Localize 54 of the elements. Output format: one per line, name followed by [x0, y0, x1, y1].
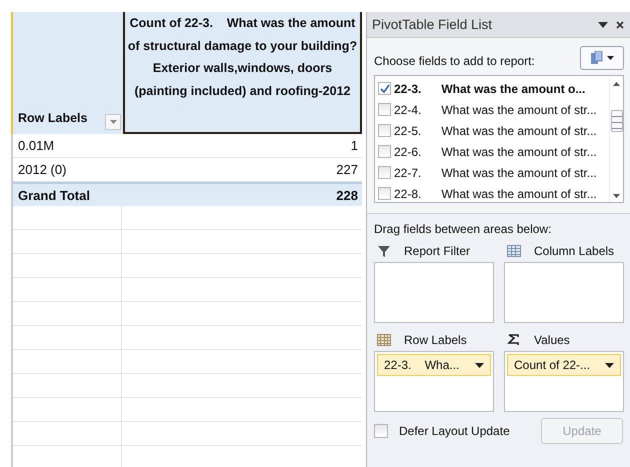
- scroll-down-icon: [613, 194, 620, 198]
- value-cell-text: 1: [350, 137, 359, 155]
- checkbox[interactable]: [378, 166, 391, 179]
- area-label: Row Labels: [404, 333, 467, 347]
- column-header: Row Labels: [18, 110, 88, 127]
- row-label: 0.01M: [17, 137, 56, 155]
- field-item[interactable]: 22-6. What was the amount of str...: [375, 141, 609, 162]
- value-cell-text: 227: [336, 161, 359, 179]
- checkbox[interactable]: [378, 82, 391, 95]
- instruction-text: Drag fields between areas below:: [374, 222, 552, 236]
- checkbox-label: Defer Layout Update: [399, 424, 510, 438]
- field-pill[interactable]: 22-3. Wha...: [377, 354, 491, 376]
- drop-area[interactable]: 22-3. Wha...: [374, 351, 494, 412]
- scroll-thumb[interactable]: [610, 110, 622, 132]
- checkbox[interactable]: [378, 103, 391, 116]
- layout-icon: [590, 51, 614, 65]
- dropdown-arrow-icon: [475, 362, 484, 368]
- dropdown-arrow-icon: [605, 362, 614, 368]
- column-header: Count of 22-3. What was the amount of structural damage to your building?Exterior walls,windows, doors (painting included) and roofing-2012: [123, 12, 362, 134]
- close-button[interactable]: [616, 20, 624, 28]
- panel-title: PivotTable Field List: [372, 17, 492, 32]
- dropdown-arrow-icon: [110, 120, 116, 124]
- filter-dropdown-button[interactable]: [105, 114, 121, 130]
- layout-button[interactable]: [580, 46, 624, 70]
- checkbox[interactable]: [374, 424, 388, 438]
- field-pill[interactable]: Count of 22-...: [507, 354, 621, 376]
- row-label: Grand Total: [17, 187, 91, 205]
- row-label: 2012 (0): [17, 161, 68, 179]
- close-icon: [616, 20, 624, 28]
- panel-menu-button[interactable]: [598, 22, 608, 28]
- area-label: Column Labels: [534, 244, 614, 258]
- field-item[interactable]: 22-7. What was the amount of str...: [375, 162, 609, 183]
- field-item[interactable]: 22-5. What was the amount of str...: [375, 120, 609, 141]
- field-item[interactable]: 22-4. What was the amount of str...: [375, 99, 609, 120]
- instruction-text: Choose fields to add to report:: [374, 54, 535, 70]
- drop-area[interactable]: [504, 262, 624, 323]
- scroll-up-icon: [613, 82, 620, 86]
- area-label: Report Filter: [404, 244, 470, 258]
- field-item[interactable]: 22-3. What was the amount o...: [375, 78, 609, 99]
- table-icon: [377, 334, 391, 346]
- sigma-icon: [507, 334, 521, 346]
- area-label: Values: [534, 333, 570, 347]
- checkbox[interactable]: [378, 187, 391, 200]
- check-icon: [380, 84, 390, 94]
- value-cell-text: 228: [336, 187, 359, 205]
- scrollbar[interactable]: [609, 76, 623, 202]
- drop-area[interactable]: [374, 262, 494, 323]
- checkbox[interactable]: [378, 145, 391, 158]
- caret-icon: [598, 22, 608, 28]
- drop-area[interactable]: Count of 22-...: [504, 351, 624, 412]
- field-item[interactable]: 22-8. What was the amount of str...: [375, 183, 609, 202]
- table-icon: [507, 245, 521, 257]
- filter-icon: [377, 245, 391, 257]
- checkbox[interactable]: [378, 124, 391, 137]
